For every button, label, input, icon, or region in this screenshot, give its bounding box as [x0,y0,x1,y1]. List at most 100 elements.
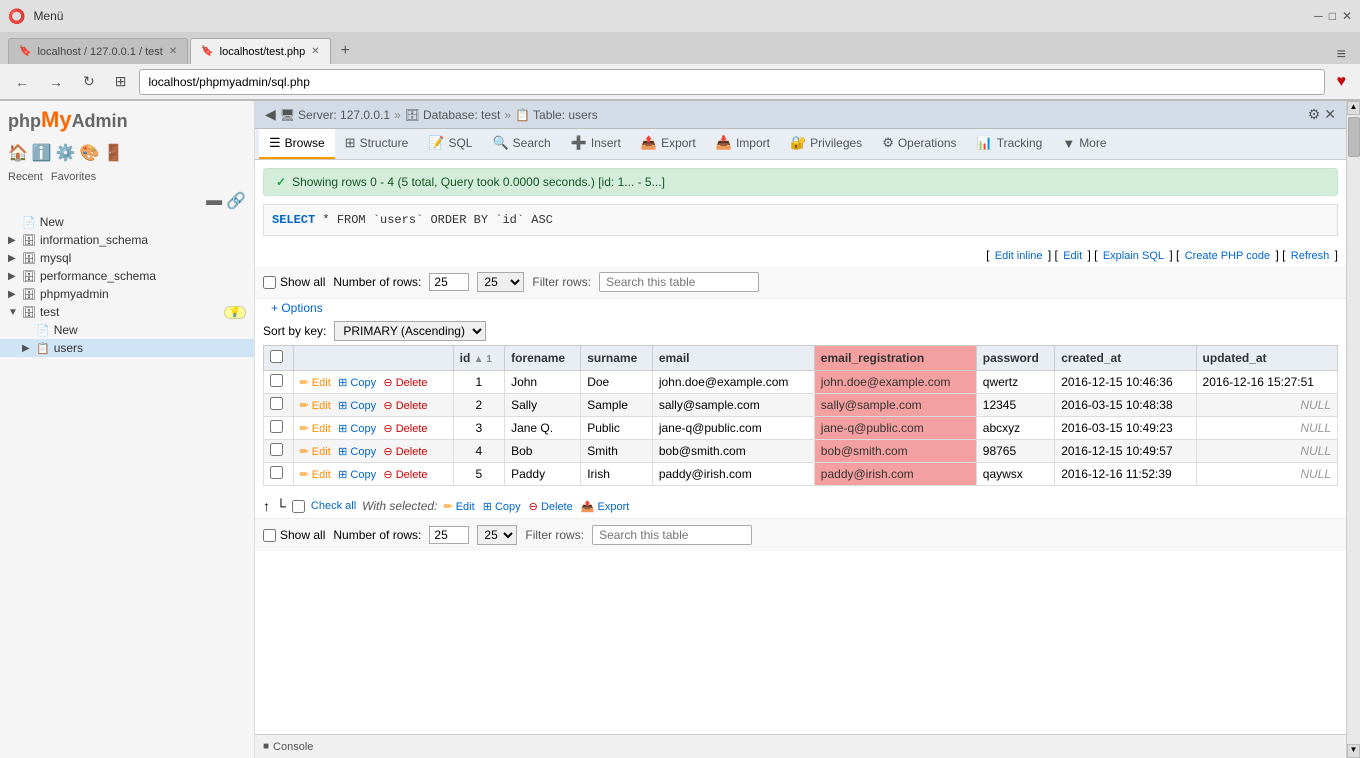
minimize-btn[interactable]: ─ [1314,9,1323,23]
show-all-bottom-label[interactable]: Show all [263,528,325,542]
tree-item-users[interactable]: ▶ 📋 users [0,339,254,357]
scrollbar-thumb[interactable] [1348,117,1360,157]
row-checkbox[interactable] [270,397,283,410]
check-all-link[interactable]: Check all [311,500,356,512]
options-link[interactable]: + Options [263,297,331,319]
close-btn[interactable]: ✕ [1342,9,1352,23]
toolbar-tab-browse[interactable]: ☰ Browse [259,129,335,159]
sidebar-tab-favorites[interactable]: Favorites [51,171,96,183]
console-bar[interactable]: ■ Console [255,734,1346,758]
breadcrumb-settings-icon[interactable]: ⚙ [1308,106,1321,123]
toolbar-tab-insert[interactable]: ➕ Insert [561,129,631,159]
edit-row-link[interactable]: ✏ Edit [300,423,331,435]
forward-button[interactable]: → [42,71,70,93]
toolbar-tab-more[interactable]: ▼ More [1052,130,1116,159]
new-tab-button[interactable]: + [333,38,358,64]
delete-row-link[interactable]: ⊖ Delete [383,469,427,481]
delete-row-link[interactable]: ⊖ Delete [383,377,427,389]
row-checkbox[interactable] [270,420,283,433]
toolbar-tab-sql[interactable]: 📝 SQL [418,129,482,159]
tab-close-2[interactable]: ✕ [311,46,319,57]
bottom-edit-link[interactable]: ✏ Edit [443,500,474,513]
home-icon[interactable]: 🏠 [8,143,28,163]
scrollbar-up-btn[interactable]: ▲ [1347,101,1360,115]
breadcrumb-arrow[interactable]: ◀ [265,106,276,123]
edit-row-link[interactable]: ✏ Edit [300,400,331,412]
edit-row-link[interactable]: ✏ Edit [300,377,331,389]
show-all-label[interactable]: Show all [263,275,325,289]
toolbar-tab-export[interactable]: 📤 Export [631,129,706,159]
tree-item-test-new[interactable]: 📄 New [0,321,254,339]
sidebar-tab-recent[interactable]: Recent [8,171,43,183]
bookmark-icon[interactable]: ♥ [1331,71,1353,93]
filter-rows-input[interactable] [599,272,759,292]
check-all-bottom-checkbox[interactable] [292,500,305,513]
toolbar-tab-privileges[interactable]: 🔐 Privileges [780,129,872,159]
th-forename[interactable]: forename [505,346,581,371]
th-surname[interactable]: surname [581,346,653,371]
bottom-delete-link[interactable]: ⊖ Delete [529,500,573,513]
create-php-link[interactable]: Create PHP code [1185,250,1270,262]
row-checkbox[interactable] [270,443,283,456]
copy-row-link[interactable]: ⊞ Copy [338,423,376,435]
copy-row-link[interactable]: ⊞ Copy [338,400,376,412]
copy-row-link[interactable]: ⊞ Copy [338,446,376,458]
filter-bottom-input[interactable] [592,525,752,545]
toolbar-tab-search[interactable]: 🔍 Search [482,129,560,159]
copy-row-link[interactable]: ⊞ Copy [338,469,376,481]
breadcrumb-database[interactable]: 🗄 Database: test [405,108,501,122]
toolbar-tab-tracking[interactable]: 📊 Tracking [967,129,1053,159]
edit-link[interactable]: Edit [1063,250,1082,262]
delete-row-link[interactable]: ⊖ Delete [383,423,427,435]
copy-row-link[interactable]: ⊞ Copy [338,377,376,389]
url-bar[interactable] [139,69,1324,95]
collapse-all-icon[interactable]: ▬ [206,192,222,210]
toolbar-tab-structure[interactable]: ⊞ Structure [335,129,419,159]
tree-item-information-schema[interactable]: ▶ 🗄 information_schema [0,231,254,249]
select-all-checkbox[interactable] [270,350,283,363]
show-all-bottom-checkbox[interactable] [263,529,276,542]
apps-button[interactable]: ⊞ [108,70,134,93]
bottom-copy-link[interactable]: ⊞ Copy [483,500,521,513]
exit-icon[interactable]: 🚪 [104,143,124,163]
show-all-checkbox[interactable] [263,276,276,289]
th-email-registration[interactable]: email_registration [814,346,976,371]
toolbar-tab-operations[interactable]: ⚙ Operations [872,129,966,159]
theme-icon[interactable]: 🎨 [80,143,100,163]
toolbar-tab-import[interactable]: 📥 Import [706,129,780,159]
edit-row-link[interactable]: ✏ Edit [300,446,331,458]
tree-item-mysql[interactable]: ▶ 🗄 mysql [0,249,254,267]
bottom-export-link[interactable]: 📤 Export [581,500,630,513]
breadcrumb-close-icon[interactable]: ✕ [1324,106,1336,123]
num-rows-bottom-select[interactable]: 25 [477,525,517,545]
row-checkbox[interactable] [270,466,283,479]
num-rows-input[interactable] [429,273,469,291]
delete-row-link[interactable]: ⊖ Delete [383,446,427,458]
delete-row-link[interactable]: ⊖ Delete [383,400,427,412]
edit-row-link[interactable]: ✏ Edit [300,469,331,481]
breadcrumb-server[interactable]: 🖥 Server: 127.0.0.1 [280,108,390,122]
menu-label[interactable]: Menü [33,9,63,23]
reload-button[interactable]: ↻ [76,70,102,93]
th-password[interactable]: password [976,346,1054,371]
num-rows-bottom-input[interactable] [429,526,469,544]
browser-tab-1[interactable]: 🔖 localhost / 127.0.0.1 / test ✕ [8,38,188,64]
tree-item-new[interactable]: 📄 New [0,213,254,231]
tree-item-phpmyadmin[interactable]: ▶ 🗄 phpmyadmin [0,285,254,303]
explain-sql-link[interactable]: Explain SQL [1103,250,1164,262]
info-icon[interactable]: ℹ️ [32,143,52,163]
th-email[interactable]: email [652,346,814,371]
th-id[interactable]: id ▲ 1 [453,346,504,371]
settings-icon[interactable]: ⚙️ [56,143,76,163]
tab-close-1[interactable]: ✕ [169,46,177,57]
num-rows-select[interactable]: 25 50 100 [477,272,524,292]
tab-menu-icon[interactable]: ≡ [1331,46,1352,64]
sort-select[interactable]: PRIMARY (Ascending) [334,321,486,341]
tree-item-test[interactable]: ▼ 🗄 test 💡 [0,303,254,321]
breadcrumb-table[interactable]: 📋 Table: users [515,108,598,122]
edit-inline-link[interactable]: Edit inline [995,250,1043,262]
th-created-at[interactable]: created_at [1055,346,1196,371]
th-updated-at[interactable]: updated_at [1196,346,1337,371]
link-icon[interactable]: 🔗 [226,191,246,211]
scrollbar-down-btn[interactable]: ▼ [1347,744,1360,758]
